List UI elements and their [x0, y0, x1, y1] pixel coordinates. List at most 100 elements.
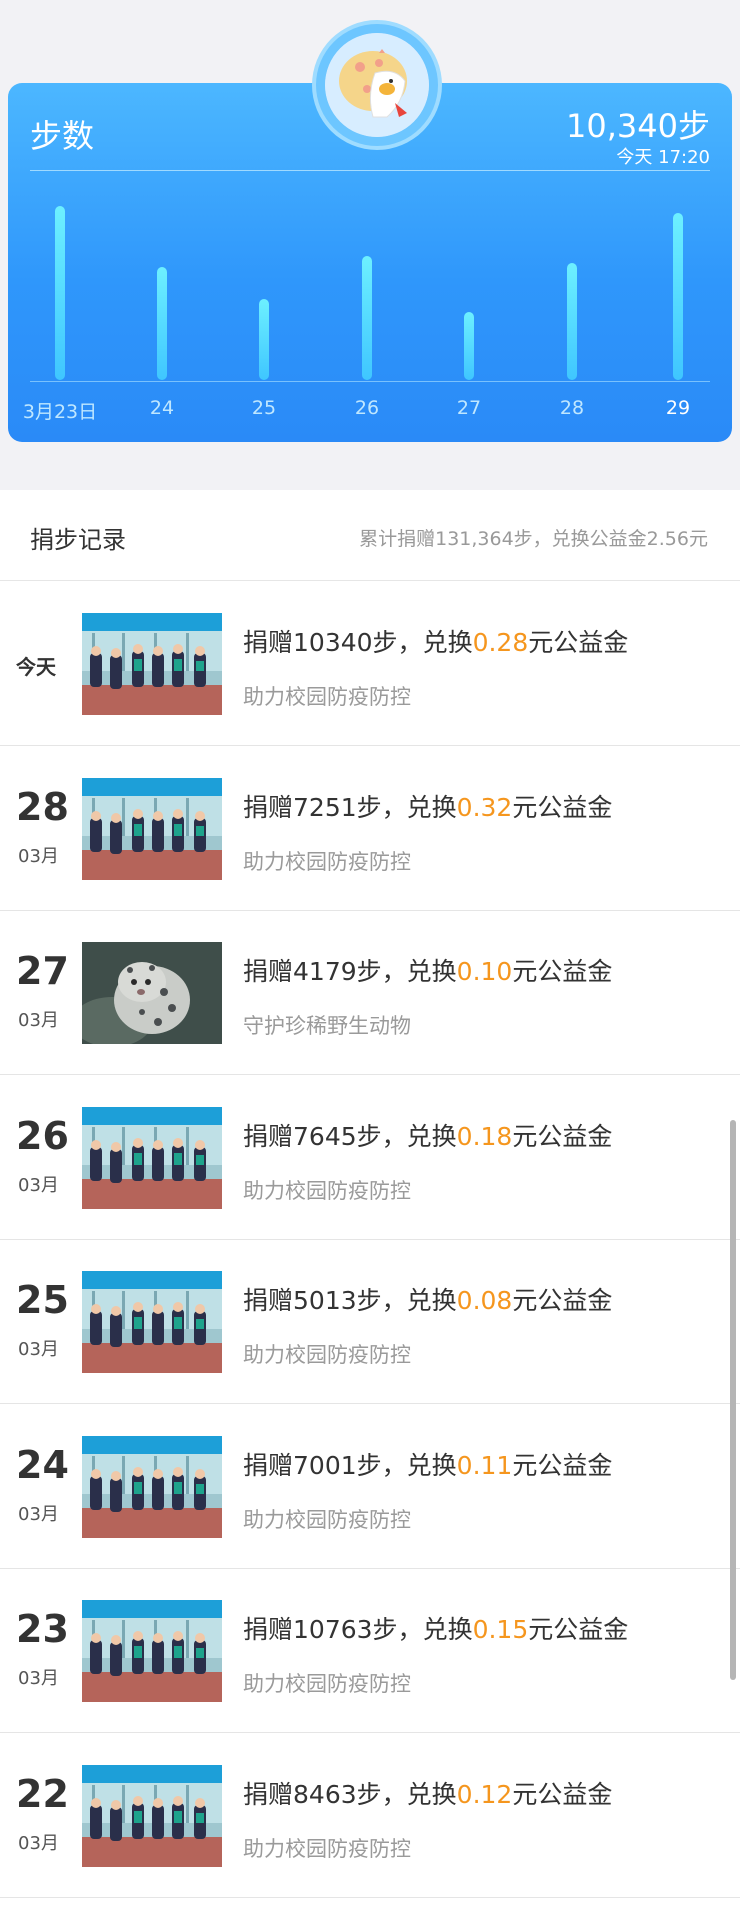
donated-steps: 4179	[293, 957, 357, 986]
donated-steps: 7645	[293, 1121, 357, 1151]
donated-steps: 10763	[293, 1615, 373, 1644]
step-bar[interactable]	[157, 267, 167, 380]
chart-baseline	[30, 381, 710, 382]
exchange-prefix: 兑换	[406, 1450, 457, 1480]
donate-suffix: 步，	[372, 1615, 423, 1644]
step-bar[interactable]	[362, 256, 372, 380]
record-project-name: 助力校园防疫防控	[243, 1836, 411, 1861]
record-donation-text: 捐赠7001步，兑换0.11元公益金	[243, 1446, 612, 1482]
donate-prefix: 捐赠	[243, 628, 294, 657]
exchange-prefix: 兑换	[406, 957, 457, 986]
record-project-name: 助力校园防疫防控	[243, 1672, 411, 1696]
exchange-prefix: 兑换	[406, 1121, 457, 1151]
record-date-month: 03月	[18, 1503, 59, 1525]
day-label[interactable]: 26	[322, 397, 412, 419]
record-project-name: 助力校园防疫防控	[243, 1178, 411, 1203]
record-thumbnail[interactable]	[82, 1764, 222, 1867]
record-thumbnail[interactable]	[82, 777, 222, 880]
step-bar[interactable]	[55, 206, 65, 380]
step-bar[interactable]	[567, 263, 577, 380]
card-divider	[30, 170, 710, 171]
record-donation-text: 捐赠10763步，兑换0.15元公益金	[243, 1610, 628, 1646]
avatar-cat-hat-icon	[325, 33, 429, 137]
record-date-month: 03月	[18, 1010, 59, 1031]
donated-steps: 8463	[293, 1779, 357, 1809]
record-title: 捐步记录	[30, 526, 126, 554]
step-bar[interactable]	[464, 312, 474, 380]
school-running-photo-icon	[82, 613, 222, 715]
record-project-name: 助力校园防疫防控	[243, 849, 411, 874]
exchange-amount: 0.15	[472, 1615, 529, 1644]
donate-prefix: 捐赠	[243, 792, 294, 822]
record-thumbnail[interactable]	[82, 1271, 222, 1373]
day-label[interactable]: 25	[219, 397, 309, 419]
day-label[interactable]: 29	[633, 397, 723, 419]
record-donation-text: 捐赠5013步，兑换0.08元公益金	[243, 1281, 612, 1317]
exchange-amount: 0.08	[456, 1286, 513, 1315]
record-thumbnail[interactable]	[82, 1600, 222, 1702]
exchange-amount: 0.18	[456, 1121, 513, 1151]
donate-prefix: 捐赠	[243, 1286, 294, 1315]
record-row[interactable]: 今天 捐赠10340步，兑换0.28元公益金 助力校园防疫防控	[0, 581, 740, 746]
donate-suffix: 步，	[356, 792, 407, 822]
donate-prefix: 捐赠	[243, 1615, 294, 1644]
school-running-photo-icon	[82, 1106, 222, 1209]
record-project-name: 守护珍稀野生动物	[243, 1014, 411, 1038]
record-thumbnail[interactable]	[82, 942, 222, 1044]
record-row[interactable]: 23 03月 捐赠10763步，兑换0.15元公益金助力校园防疫防控	[0, 1568, 740, 1733]
exchange-prefix: 兑换	[422, 628, 473, 657]
record-date-day: 24	[16, 1442, 69, 1487]
record-date-month: 03月	[18, 1668, 59, 1689]
donate-suffix: 步，	[356, 957, 407, 986]
day-label[interactable]: 28	[527, 397, 617, 419]
school-running-photo-icon	[82, 1271, 222, 1373]
exchange-amount: 0.32	[456, 792, 513, 822]
record-header: 捐步记录 累计捐赠131,364步，兑换公益金2.56元	[0, 490, 740, 581]
record-date-day: 27	[16, 949, 69, 993]
record-row[interactable]: 27 03月 捐赠4179步，兑换0.10元公益金 守护珍稀野生动物	[0, 910, 740, 1075]
exchange-suffix: 元公益金	[512, 1450, 613, 1480]
record-summary: 累计捐赠131,364步，兑换公益金2.56元	[359, 528, 708, 550]
record-donation-text: 捐赠7251步，兑换0.32元公益金	[243, 788, 612, 824]
donate-suffix: 步，	[372, 628, 423, 657]
record-date-month: 03月	[18, 1339, 59, 1360]
record-date-day: 26	[16, 1113, 69, 1158]
exchange-prefix: 兑换	[406, 1779, 457, 1809]
record-date-month: 03月	[18, 845, 59, 867]
step-total: 10,340步	[566, 107, 710, 145]
step-bar[interactable]	[259, 299, 269, 380]
avatar[interactable]	[325, 33, 429, 137]
record-thumbnail[interactable]	[82, 613, 222, 715]
record-thumbnail[interactable]	[82, 1106, 222, 1209]
day-label[interactable]: 24	[117, 397, 207, 419]
record-date-day: 23	[16, 1607, 69, 1651]
donation-record-section: 捐步记录 累计捐赠131,364步，兑换公益金2.56元 今天 捐赠10340步，…	[0, 490, 740, 1920]
record-date-today: 今天	[16, 655, 56, 679]
record-row[interactable]: 25 03月 捐赠5013步，兑换0.08元公益金 助力校园防疫防控	[0, 1239, 740, 1404]
record-row[interactable]: 28 03月 捐赠7251步，兑换0.32元公益金助力校园防疫防控	[0, 746, 740, 911]
exchange-suffix: 元公益金	[512, 1779, 613, 1809]
day-label[interactable]: 3月23日	[15, 397, 105, 424]
school-running-photo-icon	[82, 1600, 222, 1702]
exchange-suffix: 元公益金	[512, 957, 613, 986]
exchange-suffix: 元公益金	[528, 1615, 629, 1644]
step-bar[interactable]	[673, 213, 683, 380]
record-donation-text: 捐赠7645步，兑换0.18元公益金	[243, 1117, 612, 1153]
step-card-title: 步数	[30, 117, 95, 155]
exchange-prefix: 兑换	[406, 792, 457, 822]
record-date-month: 03月	[18, 1174, 59, 1196]
exchange-prefix: 兑换	[422, 1615, 473, 1644]
school-running-photo-icon	[82, 1764, 222, 1867]
record-date-day: 28	[16, 784, 69, 829]
record-row[interactable]: 26 03月 捐赠7645步，兑换0.18元公益金助力校园防疫防控	[0, 1075, 740, 1240]
avatar-ring	[316, 24, 438, 146]
record-thumbnail[interactable]	[82, 1435, 222, 1538]
scrollbar[interactable]	[730, 1120, 736, 1680]
donate-prefix: 捐赠	[243, 957, 294, 986]
record-row[interactable]: 24 03月 捐赠7001步，兑换0.11元公益金助力校园防疫防控	[0, 1404, 740, 1569]
record-row[interactable]: 22 03月 捐赠8463步，兑换0.12元公益金 助力校园防疫防控	[0, 1733, 740, 1898]
donate-prefix: 捐赠	[243, 1779, 294, 1809]
record-project-name: 助力校园防疫防控	[243, 1507, 411, 1532]
record-donation-text: 捐赠8463步，兑换0.12元公益金	[243, 1775, 612, 1811]
day-label[interactable]: 27	[424, 397, 514, 419]
